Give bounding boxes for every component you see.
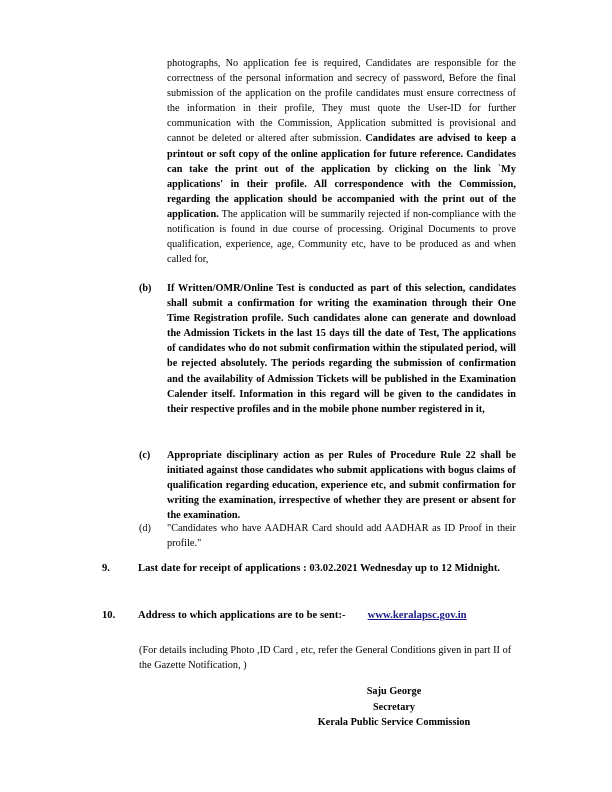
keralapsc-website-link[interactable]: www.keralapsc.gov.in bbox=[368, 610, 467, 621]
signatory-organisation: Kerala Public Service Commission bbox=[317, 717, 471, 729]
numbered-text-10: Address to which applications are to be … bbox=[138, 608, 516, 624]
paragraph-segment-regular-leading: photographs, No application fee is requi… bbox=[167, 58, 516, 145]
signatory-name: Saju George bbox=[366, 686, 422, 697]
list-text-d: "Candidates who have AADHAR Card should … bbox=[167, 523, 516, 550]
numbered-marker-10: 10. bbox=[102, 610, 116, 621]
list-marker-d: (d) bbox=[139, 523, 151, 534]
continued-paragraph-block: photographs, No application fee is requi… bbox=[167, 56, 516, 267]
numbered-text-9: Last date for receipt of applications : … bbox=[138, 563, 501, 574]
document-page: photographs, No application fee is requi… bbox=[0, 0, 612, 792]
numbered-item-9: 9. Last date for receipt of applications… bbox=[102, 561, 516, 577]
list-text-c: Appropriate disciplinary action as per R… bbox=[167, 450, 516, 522]
continued-paragraph: photographs, No application fee is requi… bbox=[167, 56, 516, 267]
paragraph-segment-bold: Candidates are advised to keep a printou… bbox=[167, 133, 516, 220]
list-text-b: If Written/OMR/Online Test is conducted … bbox=[167, 283, 516, 415]
list-item-d: (d) "Candidates who have AADHAR Card sho… bbox=[139, 521, 516, 551]
numbered-item-10: 10. Address to which applications are to… bbox=[102, 608, 516, 624]
numbered-marker-9: 9. bbox=[102, 563, 110, 574]
signatory-designation: Secretary bbox=[372, 701, 416, 713]
list-item-c: (c) Appropriate disciplinary action as p… bbox=[139, 448, 516, 523]
list-item-b: (b) If Written/OMR/Online Test is conduc… bbox=[139, 281, 516, 417]
address-label: Address to which applications are to be … bbox=[138, 610, 346, 621]
list-marker-c: (c) bbox=[139, 450, 151, 461]
list-marker-b: (b) bbox=[139, 283, 152, 294]
gazette-note: (For details including Photo ,ID Card , … bbox=[139, 645, 512, 672]
signature-block: Saju George Secretary Kerala Public Serv… bbox=[272, 684, 516, 731]
paragraph-segment-regular-trailing: The application will be summarily reject… bbox=[167, 208, 516, 266]
